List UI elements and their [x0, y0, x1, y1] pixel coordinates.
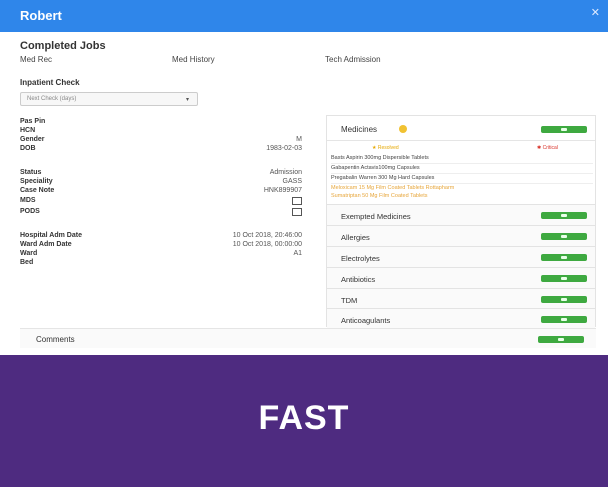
select-value: Next Check (days): [27, 96, 77, 102]
admission-key: Ward Adm Date: [20, 241, 72, 248]
section-tdm[interactable]: TDM: [327, 288, 595, 309]
pods-checkbox[interactable]: [292, 208, 302, 216]
admission-value: 10 Oct 2018, 00:00:00: [232, 241, 302, 248]
medicine-warning-item: Sumatriptan 50 Mg Film Coated Tablets: [331, 193, 428, 199]
detail-key: DOB: [20, 145, 36, 152]
section-antibiotics[interactable]: Antibiotics: [327, 267, 595, 288]
medicine-item: Pregabalin Warren 300 Mg Hard Capsules: [331, 175, 593, 184]
admission-key: Ward: [20, 250, 38, 257]
status-key: Speciality: [20, 178, 53, 185]
warning-icon: [399, 125, 407, 133]
comments-section[interactable]: Comments: [20, 328, 596, 348]
patient-name: Robert: [20, 8, 62, 23]
medicines-header[interactable]: Medicines: [327, 116, 595, 141]
section-toggle-button[interactable]: [541, 296, 587, 303]
status-value: Admission: [269, 169, 302, 176]
section-allergies[interactable]: Allergies: [327, 225, 595, 246]
detail-key: Gender: [20, 136, 45, 143]
job-label: Tech Admission: [325, 55, 381, 64]
fast-banner: FAST: [0, 355, 608, 487]
next-check-select[interactable]: Next Check (days) ▾: [20, 92, 198, 106]
job-label: Med History: [172, 55, 215, 64]
admission-key: Hospital Adm Date: [20, 232, 82, 239]
section-toggle-button[interactable]: [541, 233, 587, 240]
medicines-list: ★ Resolved ✱ Critical Basts Aspirin 300m…: [327, 141, 595, 213]
medicine-item: Gabapentin Actavis100mg Capsules: [331, 165, 593, 174]
medicine-item: Basts Aspirin 300mg Dispersible Tablets: [331, 155, 593, 164]
section-toggle-button[interactable]: [541, 254, 587, 261]
detail-key: Pas Pin: [20, 118, 46, 125]
detail-value: 1983-02-03: [266, 145, 302, 152]
admission-value: A1: [293, 250, 302, 257]
section-title: Exempted Medicines: [341, 212, 411, 221]
section-title: Anticoagulants: [341, 316, 391, 325]
status-key: Case Note: [20, 187, 55, 194]
admission-value: 10 Oct 2018, 20:46:00: [232, 232, 302, 239]
detail-key: HCN: [20, 127, 36, 134]
completed-jobs-row: Med Rec Med History Tech Admission: [20, 55, 580, 69]
job-label: Med Rec: [20, 55, 53, 64]
status-key: MDS: [20, 197, 36, 204]
section-title: Allergies: [341, 233, 370, 242]
status-key: PODS: [20, 208, 40, 215]
admission-key: Bed: [20, 259, 34, 266]
status-value: HNK899907: [263, 187, 302, 194]
medicines-title: Medicines: [341, 125, 378, 134]
inpatient-check-heading: Inpatient Check: [20, 78, 80, 87]
section-toggle-button[interactable]: [541, 212, 587, 219]
medicines-toggle-button[interactable]: [541, 126, 587, 133]
section-title: TDM: [341, 296, 358, 305]
mds-checkbox[interactable]: [292, 197, 302, 205]
section-anticoagulants[interactable]: Anticoagulants: [327, 308, 595, 329]
chevron-down-icon: ▾: [185, 97, 189, 103]
comments-toggle-button[interactable]: [538, 336, 584, 343]
section-title: Antibiotics: [341, 275, 376, 284]
close-icon[interactable]: ✕: [591, 6, 600, 19]
banner-text: FAST: [258, 399, 350, 437]
section-title: Electrolytes: [341, 254, 380, 263]
job-tech-admission: Tech Admission: [325, 55, 381, 64]
status-key: Status: [20, 169, 42, 176]
title-bar: Robert ✕: [0, 0, 608, 32]
section-electrolytes[interactable]: Electrolytes: [327, 246, 595, 267]
section-exempted-medicines[interactable]: Exempted Medicines: [327, 204, 595, 225]
clinical-panel: Medicines ★ Resolved ✱ Critical Basts As…: [326, 115, 596, 329]
section-toggle-button[interactable]: [541, 316, 587, 323]
detail-value: M: [296, 136, 302, 143]
medicine-warning-item: Meloxicam 15 Mg Film Coated Tablets Rott…: [331, 185, 455, 191]
critical-legend: ✱ Critical: [537, 145, 558, 151]
job-med-history: Med History: [172, 55, 215, 64]
section-toggle-button[interactable]: [541, 275, 587, 282]
completed-jobs-heading: Completed Jobs: [20, 40, 106, 52]
resolved-legend: ★ Resolved: [372, 145, 399, 151]
status-value: GASS: [282, 178, 302, 185]
job-med-rec: Med Rec: [20, 55, 52, 64]
comments-title: Comments: [36, 335, 75, 344]
